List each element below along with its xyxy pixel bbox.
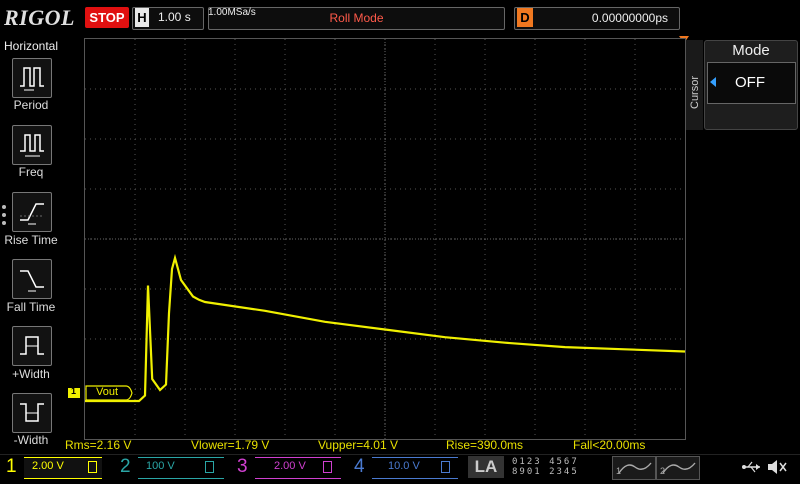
cursor-mode-value: OFF [735, 74, 765, 91]
menu-title: Horizontal [3, 39, 59, 53]
negative-width-icon [20, 403, 44, 422]
coupling-icon [441, 461, 450, 473]
fall-time-label: Fall Time [6, 300, 56, 314]
delay-label: D [517, 8, 533, 27]
fall-time-icon [20, 270, 44, 292]
measurement-vupper: Vupper=4.01 V [318, 438, 398, 452]
frequency-button[interactable] [12, 125, 52, 165]
frequency-icon [20, 134, 44, 157]
rise-time-button[interactable] [12, 192, 52, 232]
roll-mode-status: Roll Mode [329, 11, 384, 25]
channel-2-number[interactable]: 2 [120, 455, 131, 479]
channel-marker-label: Vout [96, 386, 119, 398]
measurement-fall: Fall<20.00ms [573, 438, 646, 452]
brand-logo: RIGOL [4, 5, 75, 30]
measurement-rise: Rise=390.0ms [446, 438, 524, 452]
page-dot [2, 205, 6, 209]
channel-1-scale: 2.00 V [32, 460, 64, 472]
rise-time-icon [20, 203, 44, 225]
positive-width-label: +Width [12, 367, 50, 381]
period-button[interactable] [12, 58, 52, 98]
delay-value: 0.00000000ps [591, 11, 668, 25]
negative-width-label: -Width [13, 433, 49, 447]
fall-time-button[interactable] [12, 259, 52, 299]
la-bits-top: 0123 4567 [512, 457, 579, 467]
negative-width-button[interactable] [12, 393, 52, 433]
speaker-muted-icon[interactable] [766, 458, 788, 476]
left-arrow-icon [710, 77, 716, 87]
period-label: Period [13, 98, 49, 112]
la-bits-bottom: 8901 2345 [512, 467, 579, 477]
coupling-icon [323, 461, 332, 473]
channel-2-scale: 100 V [146, 460, 175, 472]
channel-marker-number: 1 [71, 386, 77, 396]
page-dot [2, 221, 6, 225]
timebase-value: 1.00 s [158, 10, 191, 24]
cursor-tab-label: Cursor [689, 75, 701, 109]
channel-3-number[interactable]: 3 [237, 455, 248, 479]
channel-4-scale: 10.0 V [388, 460, 420, 472]
horizontal-label: H [135, 8, 149, 27]
measurement-vlower: Vlower=1.79 V [191, 438, 270, 452]
usb-icon [742, 461, 760, 473]
cursor-mode-title: Mode [732, 42, 770, 59]
rise-time-label: Rise Time [4, 233, 58, 247]
period-icon [20, 67, 44, 91]
run-stop-status[interactable]: STOP [85, 7, 129, 28]
graticule [85, 39, 685, 439]
measurement-rms: Rms=2.16 V [65, 438, 132, 452]
coupling-icon [88, 461, 97, 473]
positive-width-icon [20, 336, 44, 355]
waveform-grid[interactable] [84, 38, 686, 440]
positive-width-button[interactable] [12, 326, 52, 366]
channel-1-number[interactable]: 1 [6, 455, 17, 479]
coupling-icon [205, 461, 214, 473]
channel-3-scale: 2.00 V [274, 460, 306, 472]
page-dot [2, 213, 6, 217]
logic-analyzer-bits: 0123 4567 8901 2345 [508, 456, 604, 478]
channel-4-number[interactable]: 4 [354, 455, 365, 479]
trigger-slot-1-number: 1 [616, 466, 622, 476]
logic-analyzer-button[interactable]: LA [468, 456, 504, 478]
frequency-label: Freq [18, 165, 44, 179]
trigger-slot-2-number: 2 [660, 466, 666, 476]
